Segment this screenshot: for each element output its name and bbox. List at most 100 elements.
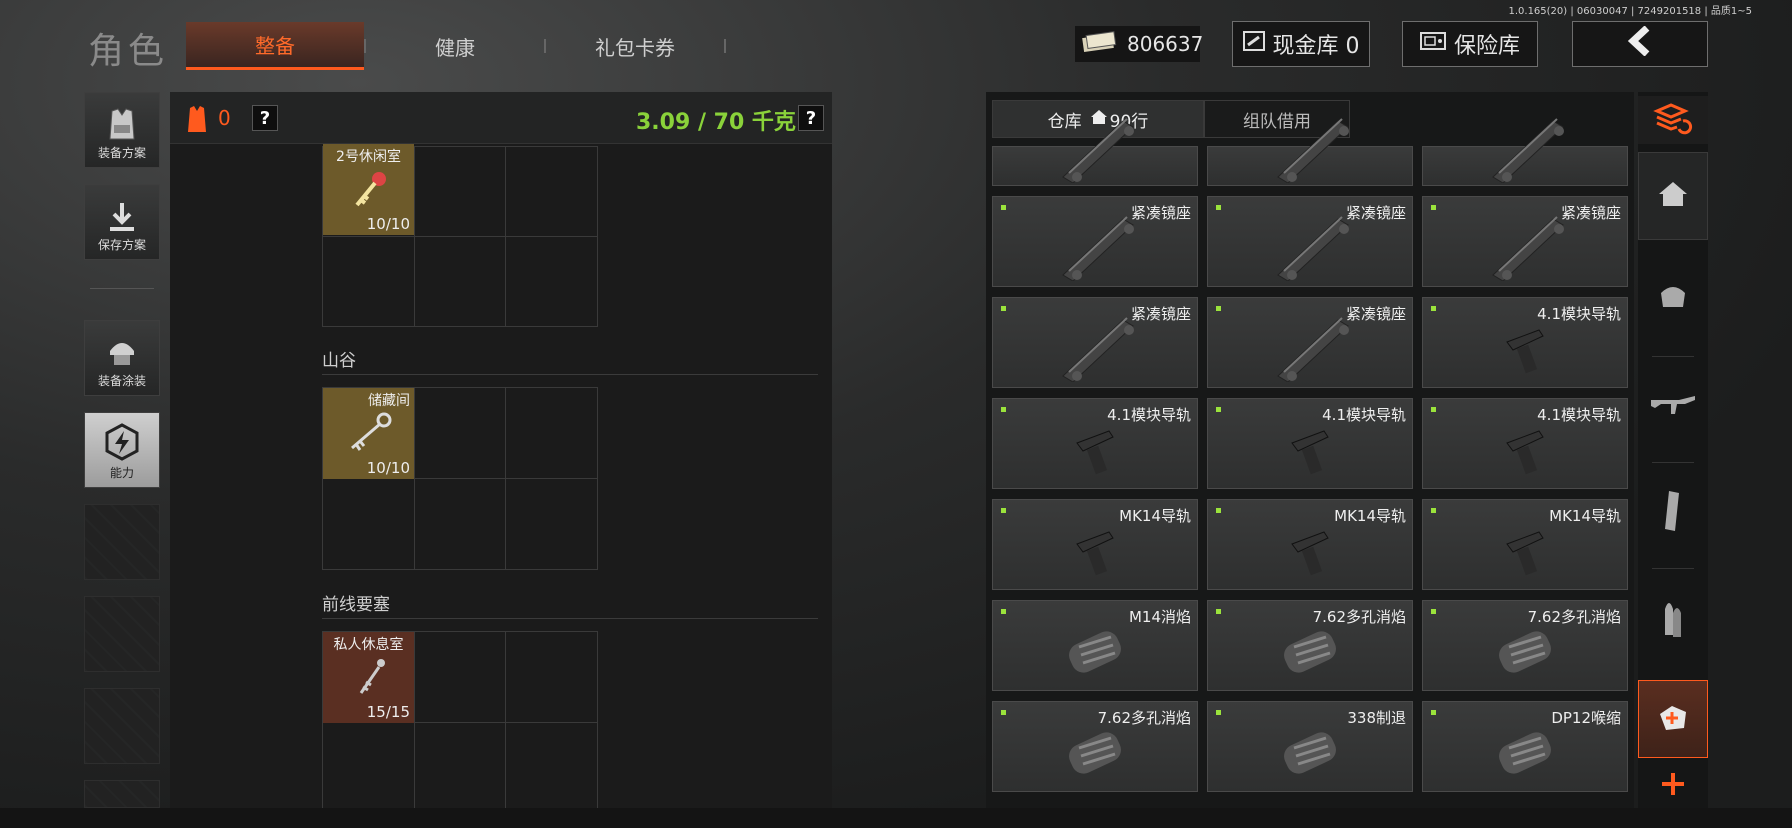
key-icon xyxy=(349,657,389,701)
storage-item[interactable]: MK14导轨 xyxy=(1422,499,1628,590)
plus-icon xyxy=(1660,771,1686,801)
page-title: 角色 xyxy=(88,31,169,72)
empty-slot xyxy=(84,688,160,764)
key-count: 10/10 xyxy=(366,215,410,233)
section-title-frontline: 前线要塞 xyxy=(322,595,390,615)
storage-item[interactable]: 紧凑镜座 xyxy=(992,297,1198,388)
storage-item[interactable]: DP12喉缩 xyxy=(1422,701,1628,792)
item-name: 4.1模块导轨 xyxy=(1537,406,1621,424)
armor-icon xyxy=(184,104,210,138)
nav-home-button[interactable] xyxy=(1638,152,1708,240)
nav-magazine-button[interactable] xyxy=(1638,470,1708,556)
storage-item[interactable]: 4.1模块导轨 xyxy=(1422,297,1628,388)
safe-icon xyxy=(1419,31,1446,57)
storage-item[interactable]: M14消焰 xyxy=(992,600,1198,691)
vest-icon xyxy=(104,107,140,144)
cash-icon xyxy=(1081,30,1117,59)
cash-vault-button[interactable]: 现金库 0 xyxy=(1232,21,1370,67)
storage-item[interactable]: MK14导轨 xyxy=(1207,499,1413,590)
new-indicator-icon xyxy=(1216,710,1221,715)
new-indicator-icon xyxy=(1431,710,1436,715)
nav-armor-button[interactable] xyxy=(1638,252,1708,348)
storage-item[interactable]: 紧凑镜座 xyxy=(992,196,1198,287)
storage-item[interactable] xyxy=(1207,118,1413,186)
empty-slot xyxy=(84,596,160,672)
item-name: 紧凑镜座 xyxy=(1345,204,1406,222)
item-name: M14消焰 xyxy=(1128,608,1191,626)
storage-item[interactable]: 4.1模块导轨 xyxy=(992,398,1198,489)
weight-help-button[interactable]: ? xyxy=(798,105,824,131)
vault-icon xyxy=(1242,31,1265,57)
new-indicator-icon xyxy=(1001,508,1006,513)
back-button[interactable] xyxy=(1572,21,1708,67)
storage-item[interactable] xyxy=(1422,118,1628,186)
medkit-icon xyxy=(1656,700,1690,738)
storage-item[interactable]: 7.62多孔消焰 xyxy=(1422,600,1628,691)
key-count: 10/10 xyxy=(366,459,410,477)
nav-medkit-button[interactable] xyxy=(1638,680,1708,758)
grid-line xyxy=(414,631,506,808)
key-name: 私人休息室 xyxy=(333,637,404,653)
item-name: 紧凑镜座 xyxy=(1130,204,1191,222)
safe-button[interactable]: 保险库 xyxy=(1402,21,1538,67)
equipment-topbar: 0 ? 3.09 / 70 千克 ? xyxy=(170,92,832,144)
nav-divider xyxy=(1652,356,1694,357)
new-indicator-icon xyxy=(1431,205,1436,210)
new-indicator-icon xyxy=(1216,407,1221,412)
tab-equip[interactable]: 整备 xyxy=(186,22,364,70)
tab-gift-coupons[interactable]: 礼包卡券 xyxy=(546,22,724,70)
storage-item[interactable]: 4.1模块导轨 xyxy=(1207,398,1413,489)
new-indicator-icon xyxy=(1431,609,1436,614)
download-icon xyxy=(106,201,138,236)
storage-item[interactable]: 紧凑镜座 xyxy=(1207,297,1413,388)
layers-refresh-icon xyxy=(1653,101,1693,139)
top-tabs: 整备 健康 礼包卡券 xyxy=(186,22,726,70)
item-name: 4.1模块导轨 xyxy=(1322,406,1406,424)
save-plan-button[interactable]: 保存方案 xyxy=(84,184,160,260)
ability-button[interactable]: 能力 xyxy=(84,412,160,488)
storage-item[interactable]: 7.62多孔消焰 xyxy=(992,701,1198,792)
storage-item[interactable] xyxy=(992,118,1198,186)
help-button[interactable]: ? xyxy=(252,105,278,131)
key-item[interactable]: 私人休息室 15/15 xyxy=(323,632,414,723)
add-tab-button[interactable] xyxy=(1638,768,1708,804)
ammo-icon xyxy=(1659,595,1687,643)
bottom-bar xyxy=(0,808,1792,828)
empty-slot xyxy=(84,504,160,580)
item-name: MK14导轨 xyxy=(1119,507,1191,525)
storage-item[interactable]: 7.62多孔消焰 xyxy=(1207,600,1413,691)
item-name: 7.62多孔消焰 xyxy=(1527,608,1621,626)
rifle-icon xyxy=(1649,390,1697,424)
storage-item[interactable]: 紧凑镜座 xyxy=(1422,196,1628,287)
new-indicator-icon xyxy=(1001,306,1006,311)
new-indicator-icon xyxy=(1216,508,1221,513)
save-plan-label: 保存方案 xyxy=(97,238,146,252)
new-indicator-icon xyxy=(1001,407,1006,412)
nav-ammo-button[interactable] xyxy=(1638,576,1708,662)
new-indicator-icon xyxy=(1431,508,1436,513)
safe-label: 保险库 xyxy=(1453,34,1520,59)
storage-item[interactable]: MK14导轨 xyxy=(992,499,1198,590)
tab-separator xyxy=(724,39,726,53)
nav-rifle-button[interactable] xyxy=(1638,364,1708,450)
armor-icon xyxy=(1655,281,1691,319)
money-value: 806637 xyxy=(1127,32,1204,56)
item-name: 紧凑镜座 xyxy=(1345,305,1406,323)
key-count: 15/15 xyxy=(366,703,410,721)
equip-skin-button[interactable]: 装备涂装 xyxy=(84,320,160,396)
item-name: MK14导轨 xyxy=(1334,507,1406,525)
key-item[interactable]: 储藏间 10/10 xyxy=(323,388,414,479)
equip-plan-button[interactable]: 装备方案 xyxy=(84,92,160,168)
armor-count: 0 xyxy=(218,106,231,130)
cash-vault-label: 现金库 0 xyxy=(1272,34,1360,59)
storage-item[interactable]: 4.1模块导轨 xyxy=(1422,398,1628,489)
key-item[interactable]: 2号休闲室 10/10 xyxy=(323,144,414,235)
layers-refresh-button[interactable] xyxy=(1638,96,1708,144)
section-title-valley: 山谷 xyxy=(322,351,356,371)
version-text: 1.0.165(20) | 06030047 | 7249201518 | 品质… xyxy=(1508,6,1752,17)
storage-item[interactable]: 338制退 xyxy=(1207,701,1413,792)
new-indicator-icon xyxy=(1216,306,1221,311)
key-icon xyxy=(349,169,389,213)
tab-health[interactable]: 健康 xyxy=(366,22,544,70)
storage-item[interactable]: 紧凑镜座 xyxy=(1207,196,1413,287)
